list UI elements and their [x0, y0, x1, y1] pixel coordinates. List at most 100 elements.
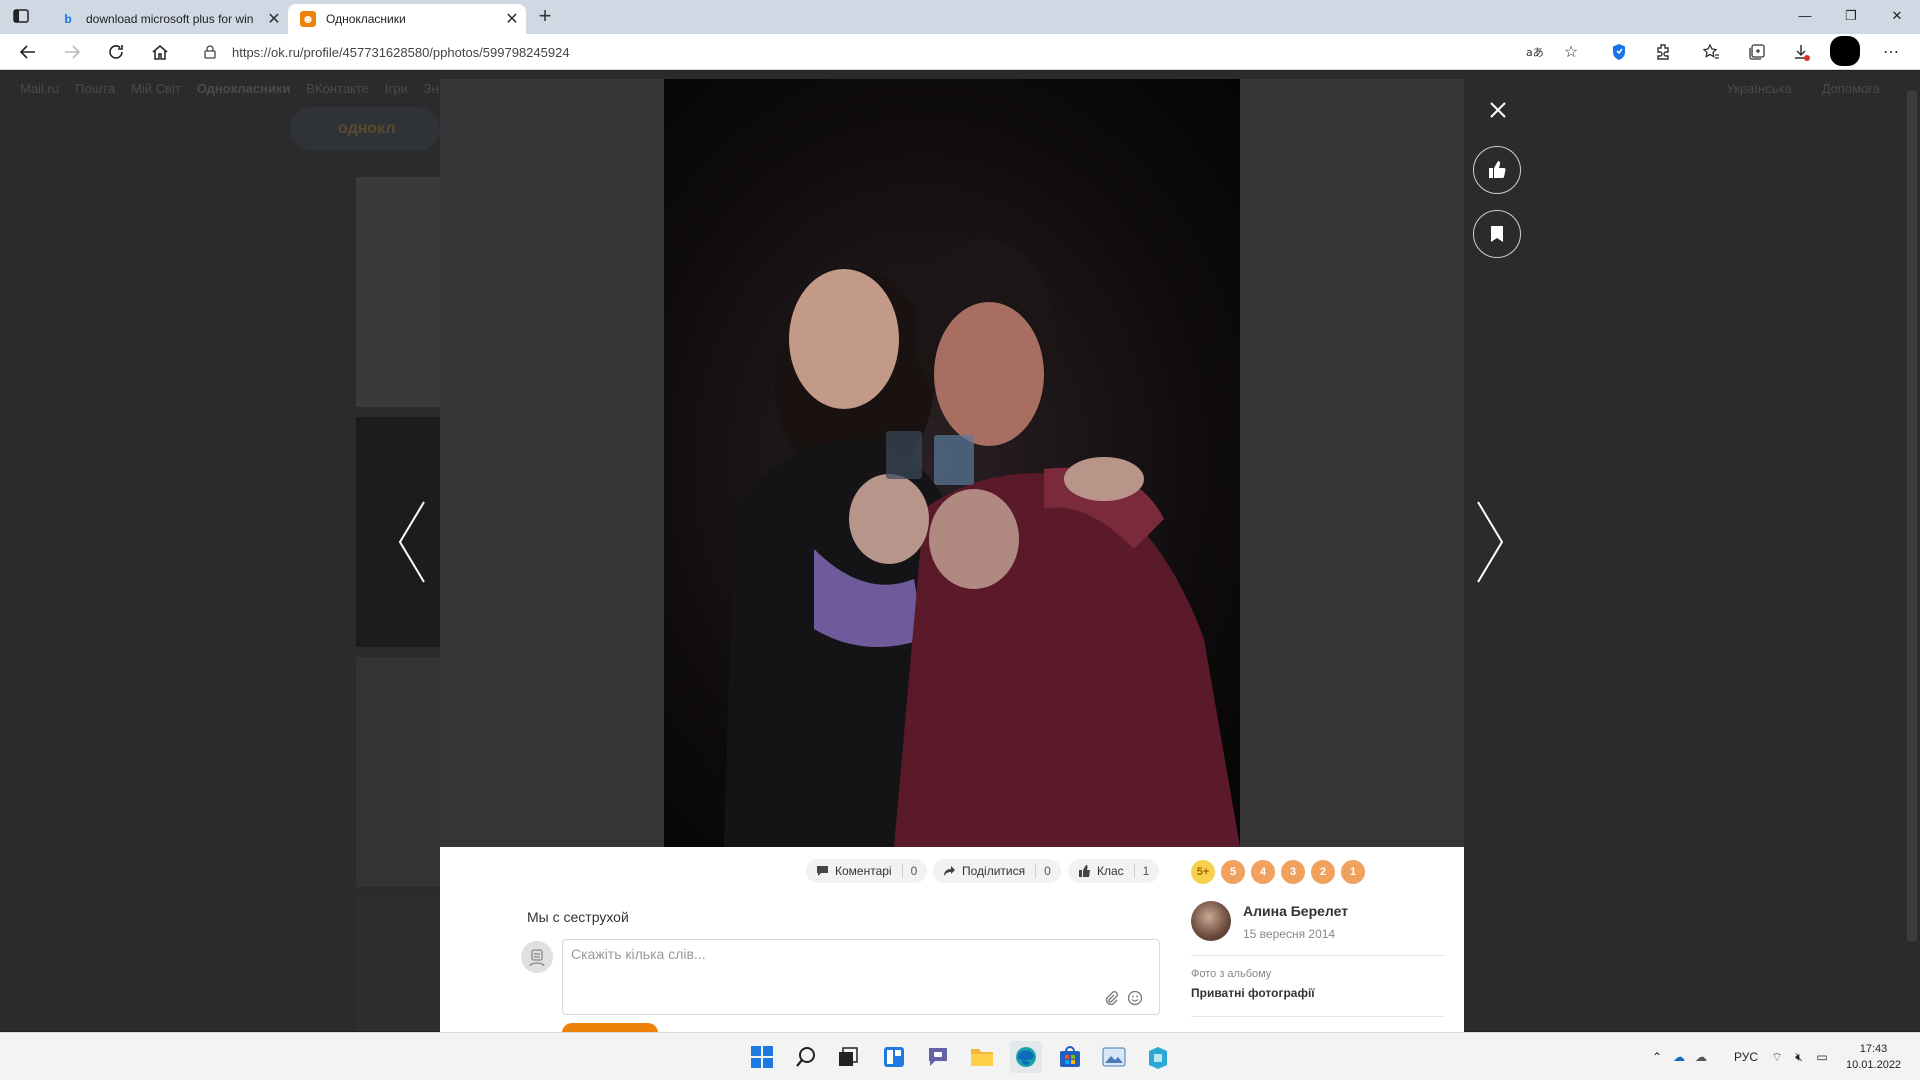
help-link[interactable]: Допомога	[1822, 81, 1880, 96]
settings-more-icon[interactable]: ⋯	[1878, 40, 1904, 64]
search-icon[interactable]	[790, 1041, 822, 1073]
profile-avatar[interactable]	[1830, 36, 1860, 66]
forward-button[interactable]	[58, 38, 86, 66]
close-window-button[interactable]: ✕	[1874, 0, 1920, 32]
cloud-icon[interactable]: ☁	[1690, 1050, 1712, 1064]
photo[interactable]	[664, 79, 1240, 847]
comment-input[interactable]	[571, 946, 1131, 962]
svg-text:aあ: aあ	[1526, 46, 1544, 59]
scrollbar-thumb[interactable]	[1907, 91, 1917, 941]
divider	[1191, 1016, 1444, 1017]
nav-link[interactable]: Ігри	[385, 81, 408, 99]
share-button[interactable]: Поділитися 0	[933, 859, 1061, 883]
nav-link[interactable]: Зн	[424, 81, 439, 99]
widgets-icon[interactable]	[878, 1041, 910, 1073]
grade-3[interactable]: 3	[1281, 860, 1305, 884]
home-button[interactable]	[146, 38, 174, 66]
favorites-icon[interactable]	[1698, 40, 1724, 64]
minimize-button[interactable]: —	[1782, 0, 1828, 32]
grade-5[interactable]: 5	[1221, 860, 1245, 884]
thumb-up-icon	[1489, 161, 1506, 179]
edge-icon[interactable]	[1010, 1041, 1042, 1073]
lock-icon[interactable]	[204, 45, 216, 64]
photo-caption: Мы с сеструхой	[527, 909, 629, 925]
tab-bing[interactable]: b download microsoft plus for win ✕	[48, 4, 288, 34]
nav-link[interactable]: Однокласники	[197, 81, 291, 99]
grade-2[interactable]: 2	[1311, 860, 1335, 884]
taskbar: ⌃ ☁ ☁ РУС ⌔ 🔇︎ ▭ 17:43 10.01.2022	[0, 1032, 1920, 1080]
url-text: https://ok.ru/profile/457731628580/pphot…	[232, 45, 570, 60]
app-icon[interactable]	[1142, 1041, 1174, 1073]
task-view-icon[interactable]	[832, 1041, 864, 1073]
ok-logo[interactable]: однокл	[290, 107, 440, 151]
tab-actions-icon[interactable]	[12, 8, 36, 26]
user-avatar	[521, 941, 553, 973]
class-button[interactable]: Клас 1	[1068, 859, 1160, 883]
clock-time: 17:43	[1859, 1043, 1888, 1055]
tab-label: download microsoft plus for win	[86, 12, 254, 26]
volume-muted-icon[interactable]: 🔇︎	[1788, 1050, 1810, 1065]
emoji-icon[interactable]	[1127, 990, 1145, 1008]
class-count: 1	[1133, 864, 1149, 878]
grade-1[interactable]: 1	[1341, 860, 1365, 884]
tab-label: Однокласники	[326, 12, 406, 26]
close-viewer-icon[interactable]	[1488, 100, 1508, 120]
close-tab-icon[interactable]: ✕	[260, 9, 288, 29]
next-photo-button[interactable]	[1474, 500, 1506, 589]
back-button[interactable]	[14, 38, 42, 66]
like-button[interactable]	[1473, 146, 1521, 194]
comment-box	[562, 939, 1160, 1015]
share-icon	[944, 866, 955, 876]
read-aloud-icon[interactable]: aあ	[1522, 40, 1548, 64]
new-tab-button[interactable]: +	[532, 4, 558, 30]
refresh-button[interactable]	[102, 38, 130, 66]
favorite-star-icon[interactable]: ☆	[1558, 40, 1584, 64]
store-icon[interactable]	[1054, 1041, 1086, 1073]
album-label: Фото з альбому	[1191, 968, 1272, 980]
tab-odnoklassniki[interactable]: ☻ Однокласники ✕	[288, 4, 526, 34]
downloads-icon[interactable]	[1788, 40, 1814, 64]
file-explorer-icon[interactable]	[966, 1041, 998, 1073]
previous-photo-button[interactable]	[396, 500, 428, 589]
photo-stage	[440, 79, 1464, 847]
onedrive-icon[interactable]: ☁	[1668, 1050, 1690, 1064]
bing-icon: b	[64, 12, 72, 26]
site-top-nav: Mail.ru Пошта Мій Світ Однокласники ВКон…	[20, 81, 439, 99]
restore-button[interactable]: ❐	[1828, 0, 1874, 32]
wifi-icon[interactable]: ⌔	[1766, 1050, 1788, 1065]
bg-photo-thumb	[356, 657, 440, 887]
teams-chat-icon[interactable]	[922, 1041, 954, 1073]
thumb-up-icon	[1079, 865, 1090, 877]
grade-4[interactable]: 4	[1251, 860, 1275, 884]
extensions-icon[interactable]	[1650, 40, 1676, 64]
photo-date: 15 вересня 2014	[1243, 927, 1336, 941]
extension-shield-icon[interactable]	[1606, 40, 1632, 64]
page-scrollbar[interactable]	[1904, 71, 1920, 1031]
collections-icon[interactable]	[1744, 40, 1770, 64]
photos-icon[interactable]	[1098, 1041, 1130, 1073]
close-tab-icon[interactable]: ✕	[498, 9, 526, 29]
battery-icon[interactable]: ▭	[1810, 1050, 1834, 1064]
nav-link[interactable]: Mail.ru	[20, 81, 59, 99]
language-select[interactable]: Українська	[1727, 81, 1792, 96]
nav-link[interactable]: ВКонтакте	[306, 81, 369, 99]
nav-link[interactable]: Пошта	[75, 81, 115, 99]
bookmark-button[interactable]	[1473, 210, 1521, 258]
start-icon[interactable]	[746, 1041, 778, 1073]
clock-date: 10.01.2022	[1846, 1059, 1902, 1071]
album-link[interactable]: Приватні фотографії	[1191, 986, 1315, 1000]
photo-info-panel: Коментарі 0 Поділитися 0 Клас 1 Мы с сес…	[440, 847, 1464, 1043]
comments-button[interactable]: Коментарі 0	[806, 859, 928, 883]
grade-row: 5+ 5 4 3 2 1	[1191, 860, 1365, 884]
author-avatar[interactable]	[1191, 901, 1231, 941]
grade-5plus[interactable]: 5+	[1191, 860, 1215, 884]
comments-label: Коментарі	[835, 864, 892, 878]
address-bar[interactable]: https://ok.ru/profile/457731628580/pphot…	[190, 38, 1580, 66]
attach-icon[interactable]	[1103, 990, 1121, 1008]
input-language[interactable]: РУС	[1726, 1050, 1766, 1064]
clock[interactable]: 17:43 10.01.2022	[1846, 1041, 1901, 1073]
browser-toolbar: https://ok.ru/profile/457731628580/pphot…	[0, 34, 1920, 70]
author-name[interactable]: Алина Берелет	[1243, 903, 1348, 919]
chevron-up-icon[interactable]: ⌃	[1646, 1050, 1668, 1064]
nav-link[interactable]: Мій Світ	[131, 81, 181, 99]
